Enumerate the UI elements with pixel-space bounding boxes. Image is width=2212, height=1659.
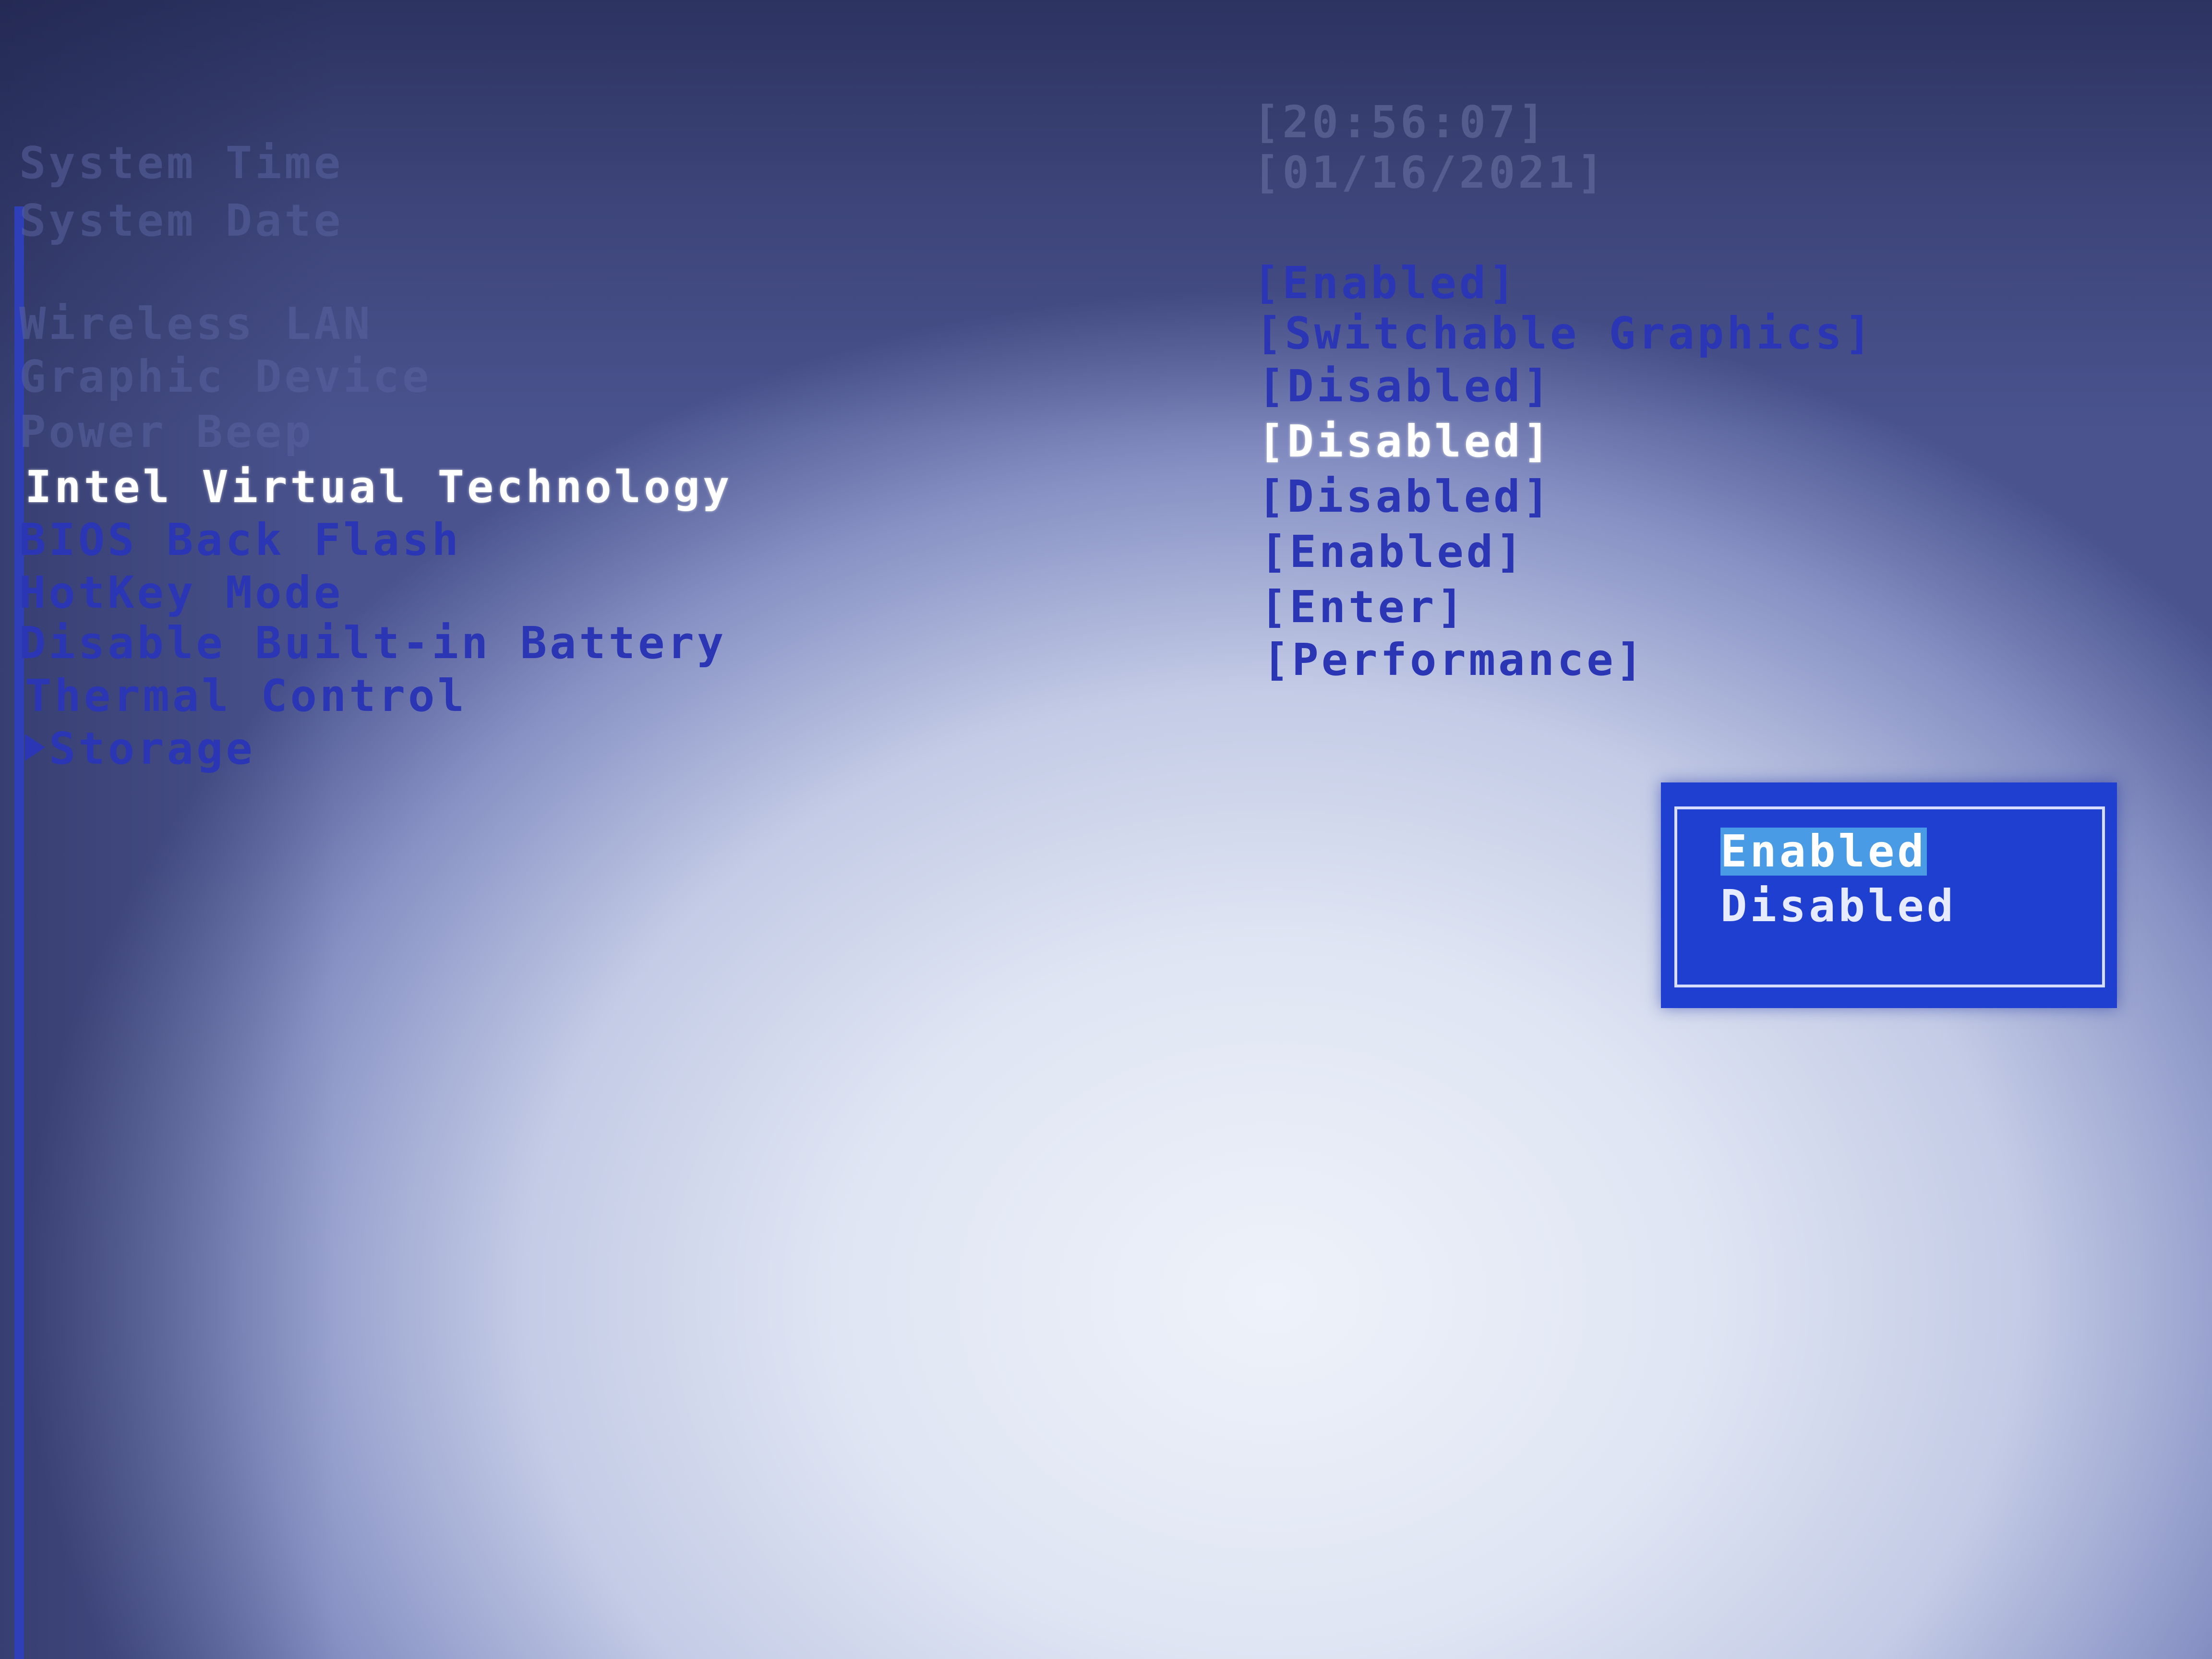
value-hotkey-mode[interactable]: [Enabled]: [1260, 528, 1526, 576]
value-disable-built-in-battery[interactable]: [Enter]: [1260, 583, 1467, 631]
submenu-arrow-icon: [25, 734, 45, 761]
option-popup-frame: Enabled Disabled: [1674, 806, 2105, 987]
value-bios-back-flash[interactable]: [Disabled]: [1258, 473, 1552, 521]
label-graphic-device[interactable]: Graphic Device: [19, 353, 432, 401]
value-graphic-device[interactable]: [Switchable Graphics]: [1255, 310, 1874, 358]
label-power-beep[interactable]: Power Beep: [19, 408, 314, 456]
popup-option-disabled[interactable]: Disabled: [1720, 882, 1956, 930]
submenu-storage-label: Storage: [49, 723, 255, 774]
label-disable-built-in-battery[interactable]: Disable Built-in Battery: [19, 619, 726, 667]
value-thermal-control[interactable]: [Performance]: [1262, 636, 1646, 684]
value-intel-virtual-technology[interactable]: [Disabled]: [1258, 418, 1552, 466]
option-popup: Enabled Disabled: [1661, 782, 2117, 1008]
label-intel-virtual-technology[interactable]: Intel Virtual Technology: [25, 463, 732, 511]
value-system-date[interactable]: [01/16/2021]: [1253, 149, 1607, 197]
label-system-time: System Time: [19, 137, 344, 189]
label-thermal-control[interactable]: Thermal Control: [25, 672, 467, 720]
label-system-date: System Date: [19, 195, 344, 246]
label-wireless-lan[interactable]: Wireless LAN: [19, 300, 373, 348]
label-bios-back-flash[interactable]: BIOS Back Flash: [19, 516, 461, 564]
submenu-storage[interactable]: Storage: [25, 725, 255, 773]
label-hotkey-mode[interactable]: HotKey Mode: [19, 569, 343, 617]
value-wireless-lan[interactable]: [Enabled]: [1253, 259, 1518, 307]
value-system-time[interactable]: [20:56:07]: [1253, 98, 1548, 146]
popup-option-enabled[interactable]: Enabled: [1720, 828, 1927, 876]
value-power-beep[interactable]: [Disabled]: [1258, 362, 1552, 410]
